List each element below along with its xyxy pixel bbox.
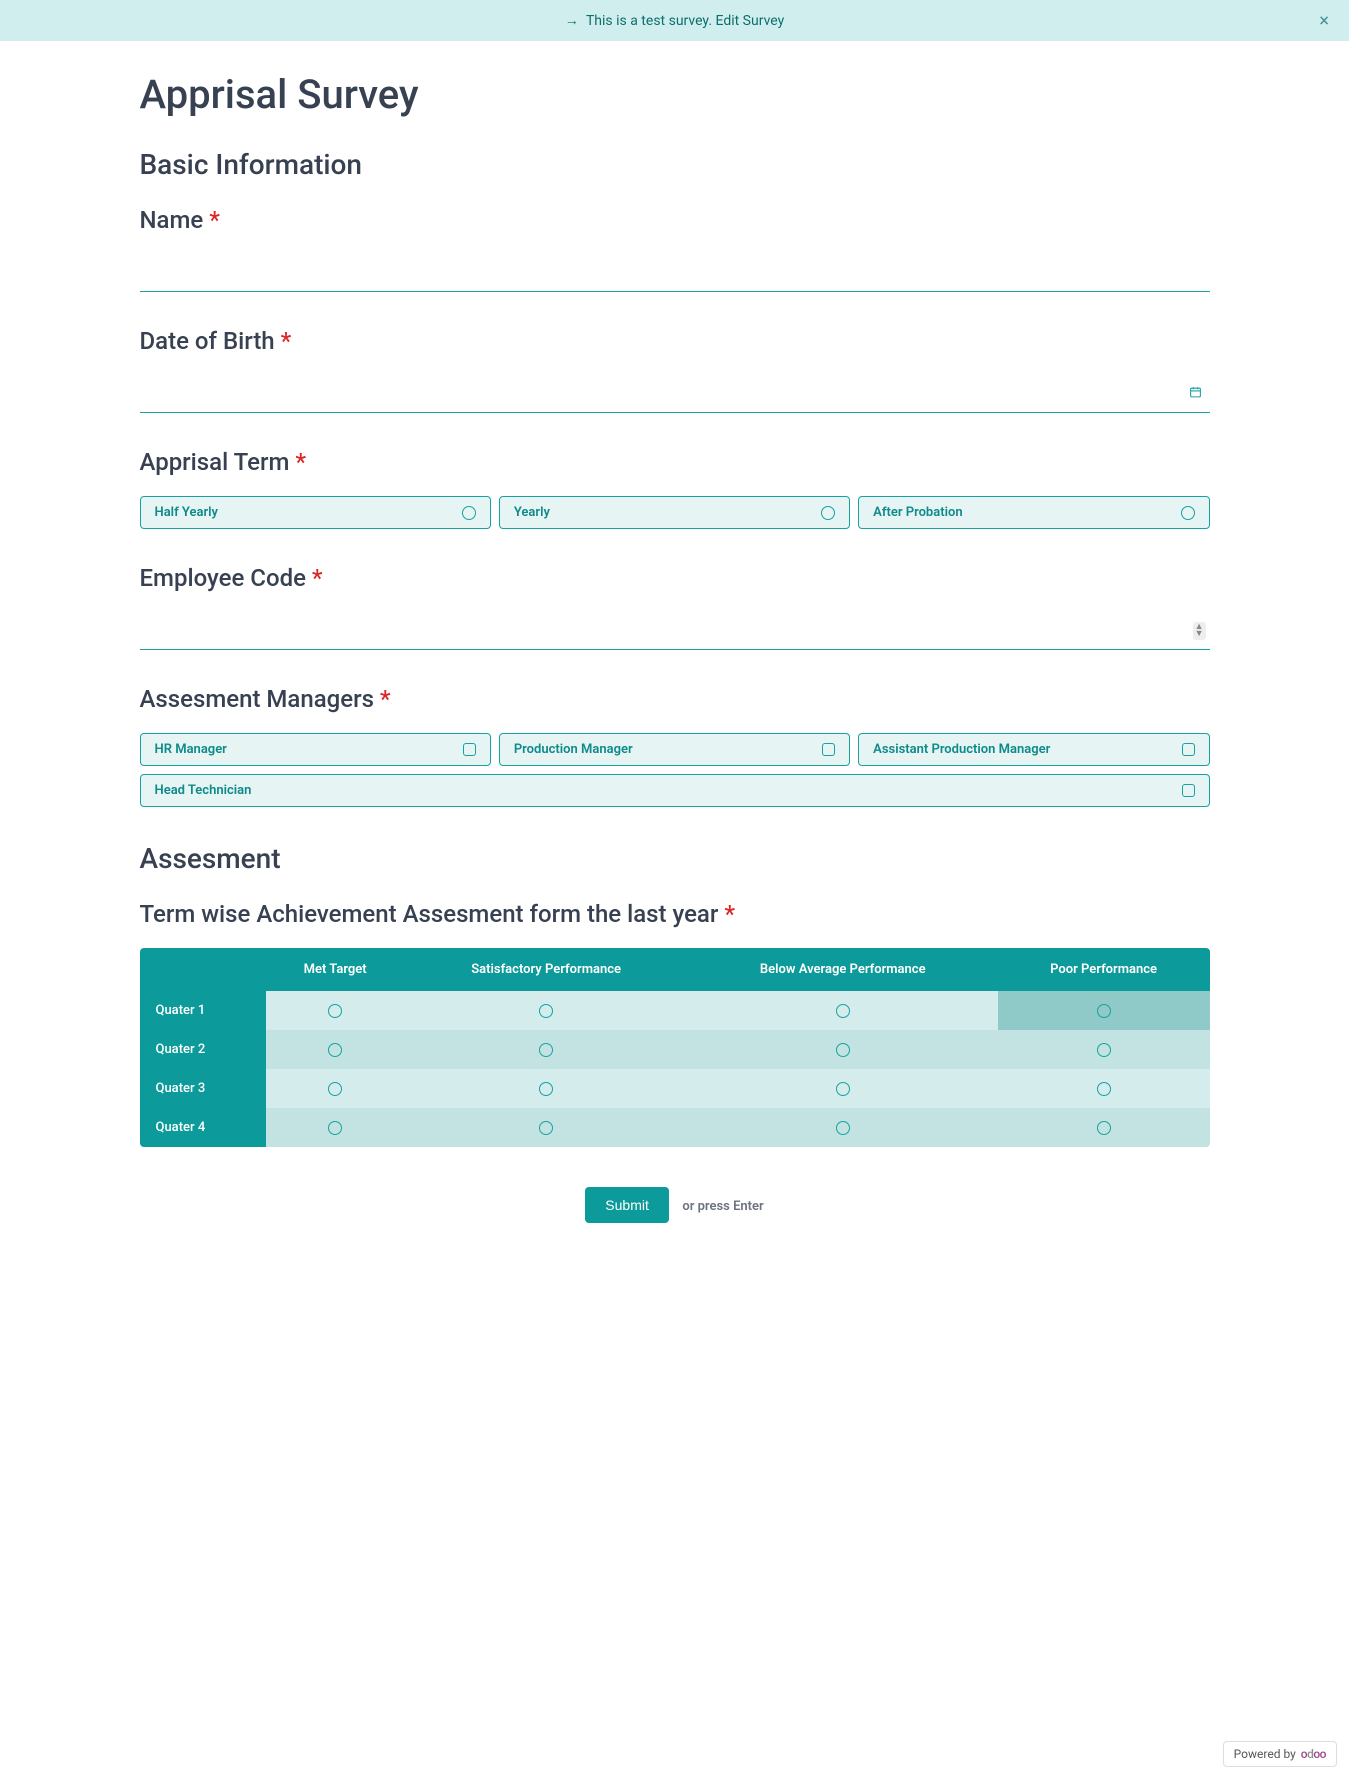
arrow-right-icon: → xyxy=(565,13,579,29)
radio-icon xyxy=(1181,506,1195,520)
radio-icon xyxy=(539,1082,553,1096)
radio-icon xyxy=(1097,1082,1111,1096)
matrix-cell[interactable] xyxy=(998,1069,1210,1108)
matrix-cell[interactable] xyxy=(404,1030,687,1069)
matrix-row: Quater 2 xyxy=(140,1030,1210,1069)
powered-text: Powered by xyxy=(1234,1747,1296,1761)
checkbox-icon xyxy=(463,743,476,756)
radio-icon xyxy=(539,1043,553,1057)
submit-hint: or press Enter xyxy=(682,1199,763,1214)
section-assesment: Assesment xyxy=(140,842,1210,875)
radio-icon xyxy=(821,506,835,520)
manager-option-head-technician[interactable]: Head Technician xyxy=(140,774,1210,807)
radio-icon xyxy=(462,506,476,520)
matrix-row-header: Quater 2 xyxy=(140,1030,266,1069)
radio-icon xyxy=(836,1004,850,1018)
matrix-row: Quater 1 xyxy=(140,991,1210,1030)
name-label: Name * xyxy=(140,206,1210,234)
checkbox-icon xyxy=(1182,743,1195,756)
achievement-matrix: Met Target Satisfactory Performance Belo… xyxy=(140,948,1210,1147)
close-icon[interactable]: × xyxy=(1319,10,1329,31)
term-option-after-probation[interactable]: After Probation xyxy=(858,496,1209,529)
manager-option-production[interactable]: Production Manager xyxy=(499,733,850,766)
edit-survey-link[interactable]: Edit Survey xyxy=(716,13,785,29)
term-option-half-yearly[interactable]: Half Yearly xyxy=(140,496,491,529)
matrix-cell[interactable] xyxy=(266,1069,405,1108)
manager-option-hr[interactable]: HR Manager xyxy=(140,733,491,766)
survey-title: Apprisal Survey xyxy=(140,71,1210,118)
assesment-managers-label: Assesment Managers * xyxy=(140,685,1210,713)
matrix-col-header: Satisfactory Performance xyxy=(404,948,687,991)
radio-icon xyxy=(539,1004,553,1018)
matrix-row: Quater 4 xyxy=(140,1108,1210,1147)
matrix-cell[interactable] xyxy=(688,1108,998,1147)
matrix-col-header: Below Average Performance xyxy=(688,948,998,991)
matrix-cell[interactable] xyxy=(998,1030,1210,1069)
manager-option-assistant-production[interactable]: Assistant Production Manager xyxy=(858,733,1209,766)
employee-code-input[interactable] xyxy=(140,612,1210,650)
dob-label: Date of Birth * xyxy=(140,327,1210,355)
matrix-cell[interactable] xyxy=(688,991,998,1030)
matrix-cell[interactable] xyxy=(998,991,1210,1030)
matrix-cell[interactable] xyxy=(266,1030,405,1069)
radio-icon xyxy=(1097,1121,1111,1135)
radio-icon xyxy=(1097,1004,1111,1018)
matrix-cell[interactable] xyxy=(688,1069,998,1108)
matrix-row-header: Quater 1 xyxy=(140,991,266,1030)
radio-icon xyxy=(328,1082,342,1096)
checkbox-icon xyxy=(822,743,835,756)
name-input[interactable] xyxy=(140,254,1210,292)
test-survey-banner: → This is a test survey. Edit Survey × xyxy=(0,0,1349,41)
matrix-corner xyxy=(140,948,266,991)
submit-button[interactable]: Submit xyxy=(585,1187,669,1223)
radio-icon xyxy=(328,1043,342,1057)
matrix-cell[interactable] xyxy=(266,991,405,1030)
radio-icon xyxy=(836,1043,850,1057)
matrix-row-header: Quater 4 xyxy=(140,1108,266,1147)
radio-icon xyxy=(328,1004,342,1018)
term-option-yearly[interactable]: Yearly xyxy=(499,496,850,529)
employee-code-label: Employee Code * xyxy=(140,564,1210,592)
radio-icon xyxy=(836,1121,850,1135)
banner-text: This is a test survey. xyxy=(586,13,716,29)
matrix-cell[interactable] xyxy=(404,1108,687,1147)
powered-by-badge[interactable]: Powered by odoo xyxy=(1223,1741,1337,1767)
matrix-cell[interactable] xyxy=(688,1030,998,1069)
dob-input[interactable] xyxy=(140,375,1210,413)
matrix-row-header: Quater 3 xyxy=(140,1069,266,1108)
matrix-cell[interactable] xyxy=(266,1108,405,1147)
matrix-cell[interactable] xyxy=(404,991,687,1030)
number-stepper-icon[interactable]: ▲▼ xyxy=(1193,622,1206,640)
radio-icon xyxy=(328,1121,342,1135)
matrix-col-header: Poor Performance xyxy=(998,948,1210,991)
matrix-label: Term wise Achievement Assesment form the… xyxy=(140,900,1210,928)
radio-icon xyxy=(539,1121,553,1135)
section-basic-info: Basic Information xyxy=(140,148,1210,181)
matrix-row: Quater 3 xyxy=(140,1069,1210,1108)
matrix-cell[interactable] xyxy=(404,1069,687,1108)
radio-icon xyxy=(836,1082,850,1096)
matrix-col-header: Met Target xyxy=(266,948,405,991)
apprisal-term-label: Apprisal Term * xyxy=(140,448,1210,476)
radio-icon xyxy=(1097,1043,1111,1057)
odoo-logo: odoo xyxy=(1301,1747,1326,1761)
matrix-cell[interactable] xyxy=(998,1108,1210,1147)
checkbox-icon xyxy=(1182,784,1195,797)
